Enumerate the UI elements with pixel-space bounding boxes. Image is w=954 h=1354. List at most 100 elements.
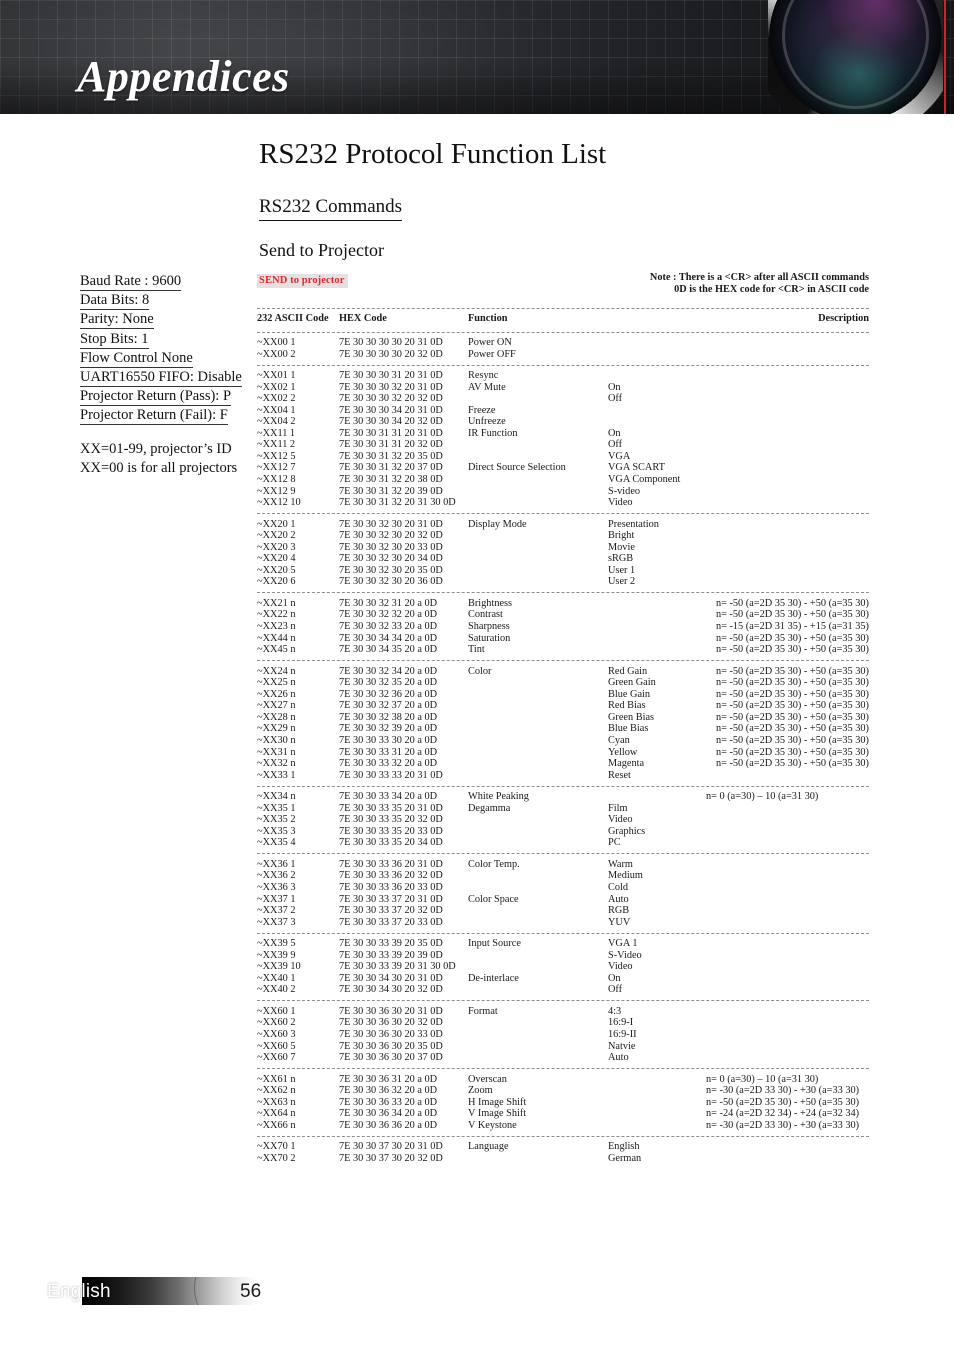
cell-value: Auto [608,893,629,905]
cell-value: S-video [608,485,641,497]
cell-value: Red Bias [608,700,646,712]
cell-hex-code: 7E 30 30 32 31 20 a 0D [339,597,438,609]
table-group-separator [257,1135,869,1137]
cell-ascii-code: ~XX30 n [257,734,296,746]
cell-value: Off [608,439,623,451]
table-row: ~XX33 1 7E 30 30 33 33 20 31 0D Reset [257,770,869,782]
lens-outer-ring [768,0,943,114]
table-row: ~XX31 n 7E 30 30 33 31 20 a 0D Yellow n= -5… [257,747,869,759]
table-row: ~XX35 3 7E 30 30 33 35 20 33 0D Graphics [257,826,869,838]
cell-ascii-code: ~XX00 2 [257,348,296,360]
cell-hex-code: 7E 30 30 36 30 20 37 0D [339,1052,443,1064]
cell-ascii-code: ~XX22 n [257,609,296,621]
cell-ascii-code: ~XX20 2 [257,530,296,542]
cell-description: n= -50 (a=2D 35 30) - +50 (a=35 30) [715,700,869,712]
cell-description: n= -50 (a=2D 35 30) - +50 (a=35 30) [715,758,869,770]
cell-value: VGA Component [608,474,681,486]
cell-hex-code: 7E 30 30 32 33 20 a 0D [339,621,438,633]
table-row: ~XX04 2 7E 30 30 30 34 20 32 0D Unfreeze [257,416,869,428]
cell-description: n= -50 (a=2D 35 30) - +50 (a=35 30) [715,711,869,723]
page-header-banner: Appendices [0,0,954,114]
cell-hex-code: 7E 30 30 32 35 20 a 0D [339,677,438,689]
table-top-rule [257,307,869,309]
cell-ascii-code: ~XX01 1 [257,370,296,382]
table-row: ~XX30 n 7E 30 30 33 30 20 a 0D Cyan n= -50 … [257,735,869,747]
cell-function: Degamma [468,802,511,814]
cell-value: On [608,427,621,439]
cell-hex-code: 7E 30 30 33 37 20 32 0D [339,905,443,917]
cell-value: Presentation [608,518,659,530]
sidebar-setting-text: UART16550 FIFO: Disable [80,369,242,388]
cell-ascii-code: ~XX12 9 [257,485,296,497]
cell-ascii-code: ~XX20 4 [257,553,296,565]
table-group: ~XX20 1 7E 30 30 32 30 20 31 0D Display Mo… [257,519,869,588]
cell-hex-code: 7E 30 30 33 37 20 31 0D [339,893,443,905]
cell-function: V Image Shift [468,1108,527,1120]
cell-ascii-code: ~XX61 n [257,1073,296,1085]
table-group: ~XX00 1 7E 30 30 30 30 20 31 0D Power ON ~X… [257,337,869,360]
cr-note: Note : There is a <CR> after all ASCII c… [650,272,869,296]
cell-hex-code: 7E 30 30 37 30 20 32 0D [339,1152,443,1164]
cell-description: n= -50 (a=2D 35 30) - +50 (a=35 30) [715,688,869,700]
cell-description: n= -30 (a=2D 33 30) - +30 (a=33 30) [706,1119,860,1131]
cell-value: User 2 [608,576,636,588]
cell-hex-code: 7E 30 30 36 30 20 32 0D [339,1017,443,1029]
cell-hex-code: 7E 30 30 33 30 20 a 0D [339,734,438,746]
section-title-rs232-commands: RS232 Commands [259,196,403,221]
cell-ascii-code: ~XX29 n [257,723,296,735]
table-row: ~XX11 2 7E 30 30 31 31 20 32 0D Off [257,439,869,451]
cell-function: Sharpness [468,621,510,633]
cell-hex-code: 7E 30 30 31 32 20 37 0D [339,462,443,474]
cell-hex-code: 7E 30 30 37 30 20 31 0D [339,1141,443,1153]
cell-value: Medium [608,870,643,882]
serial-settings-sidebar: Baud Rate : 9600 Data Bits: 8 Parity: None… [80,272,248,478]
cell-hex-code: 7E 30 30 34 34 20 a 0D [339,632,438,644]
table-row: ~XX21 n 7E 30 30 32 31 20 a 0D Brightness n… [257,598,869,610]
cell-value: Yellow [608,746,638,758]
cell-hex-code: 7E 30 30 36 36 20 a 0D [339,1119,438,1131]
cell-description: n= 0 (a=30) – 10 (a=31 30) [706,791,819,803]
cell-ascii-code: ~XX37 3 [257,916,296,928]
cell-function: Saturation [468,632,511,644]
table-row: ~XX39 9 7E 30 30 33 39 20 39 0D S-Video [257,950,869,962]
cell-ascii-code: ~XX20 3 [257,541,296,553]
table-group: ~XX24 n 7E 30 30 32 34 20 a 0D Color Red Ga… [257,666,869,781]
cell-hex-code: 7E 30 30 36 33 20 a 0D [339,1096,438,1108]
table-group: ~XX39 5 7E 30 30 33 39 20 35 0D Input Sour… [257,938,869,996]
cell-value: RGB [608,905,630,917]
table-row: ~XX20 5 7E 30 30 32 30 20 35 0D User 1 [257,565,869,577]
cell-value: Auto [608,1052,629,1064]
table-group: ~XX21 n 7E 30 30 32 31 20 a 0D Brightness n… [257,598,869,656]
cell-hex-code: 7E 30 30 31 32 20 35 0D [339,450,443,462]
table-group-separator [257,853,869,855]
cell-hex-code: 7E 30 30 32 30 20 33 0D [339,541,443,553]
cell-description: n= -50 (a=2D 35 30) - +50 (a=35 30) [715,597,869,609]
table-row: ~XX25 n 7E 30 30 32 35 20 a 0D Green Gain n… [257,677,869,689]
table-group-separator [257,785,869,787]
cell-value: Video [608,961,633,973]
cell-description: n= -50 (a=2D 35 30) - +50 (a=35 30) [715,632,869,644]
sidebar-setting-text: Stop Bits: 1 [80,330,149,349]
table-row: ~XX37 1 7E 30 30 33 37 20 31 0D Color Spac… [257,894,869,906]
column-header-hex: HEX Code [339,313,387,324]
table-row: ~XX12 5 7E 30 30 31 32 20 35 0D VGA [257,451,869,463]
cell-value: sRGB [608,553,634,565]
cell-hex-code: 7E 30 30 31 31 20 31 0D [339,427,443,439]
cell-ascii-code: ~XX37 1 [257,893,296,905]
cell-description: n= -50 (a=2D 35 30) - +50 (a=35 30) [715,723,869,735]
cell-hex-code: 7E 30 30 33 32 20 a 0D [339,758,438,770]
cell-hex-code: 7E 30 30 33 35 20 34 0D [339,837,443,849]
table-row: ~XX00 1 7E 30 30 30 30 20 31 0D Power ON [257,337,869,349]
cell-value: 4:3 [608,1005,622,1017]
cell-ascii-code: ~XX27 n [257,700,296,712]
table-row: ~XX64 n 7E 30 30 36 34 20 a 0D V Image Shi… [257,1108,869,1120]
table-row: ~XX23 n 7E 30 30 32 33 20 a 0D Sharpness n=… [257,621,869,633]
cell-hex-code: 7E 30 30 30 30 20 31 0D [339,337,443,348]
cell-value: Cyan [608,734,630,746]
cell-description: n= 0 (a=30) – 10 (a=31 30) [706,1073,819,1085]
cell-description: n= -50 (a=2D 35 30) - +50 (a=35 30) [715,734,869,746]
cell-hex-code: 7E 30 30 30 32 20 32 0D [339,393,443,405]
cell-hex-code: 7E 30 30 33 35 20 31 0D [339,802,443,814]
send-to-projector-badge: SEND to projector [257,274,348,288]
